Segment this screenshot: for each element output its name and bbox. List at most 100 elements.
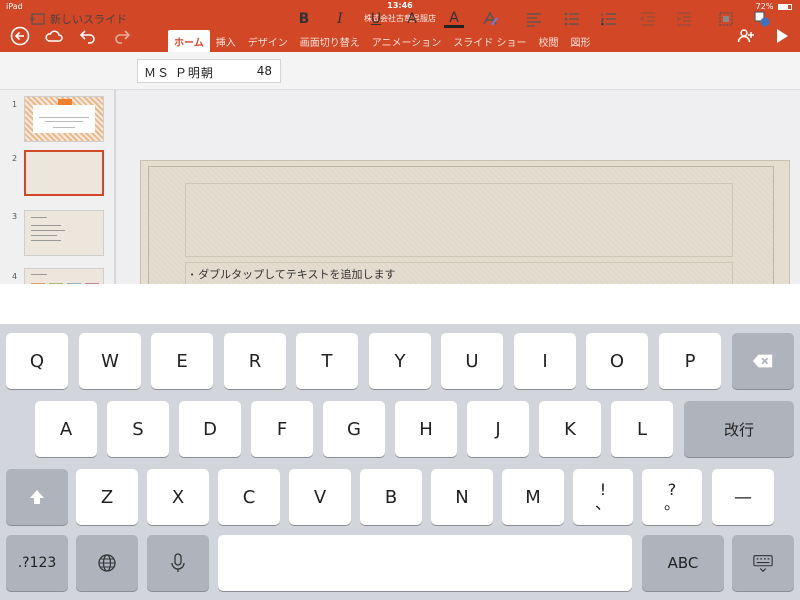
numbered-list-icon (600, 13, 616, 26)
tab-review[interactable]: 校閲 (533, 30, 565, 52)
key-l[interactable]: L (611, 401, 673, 457)
abc-key[interactable]: ABC (642, 535, 724, 591)
key-u[interactable]: U (441, 333, 503, 389)
indent-icon (676, 12, 691, 26)
key-b[interactable]: B (360, 469, 422, 525)
key-exclamation-comma[interactable]: ! 、 (573, 469, 633, 525)
key-question-period[interactable]: ? 。 (642, 469, 702, 525)
shapes-icon (754, 11, 770, 27)
key-v[interactable]: V (289, 469, 351, 525)
slide-panel: 1 2 3 4 (0, 90, 115, 287)
align-left-icon (527, 13, 541, 27)
battery-icon (778, 3, 792, 10)
key-e[interactable]: E (151, 333, 213, 389)
body-placeholder-label: ダブルタップしてテキストを追加します (198, 268, 396, 281)
return-key[interactable]: 改行 (684, 401, 794, 457)
arrange-icon (719, 12, 733, 26)
tab-insert[interactable]: 挿入 (210, 30, 242, 52)
key-g[interactable]: G (323, 401, 385, 457)
key-bottom-char: 、 (594, 494, 611, 513)
bullet-icon: • (190, 271, 195, 279)
key-j[interactable]: J (467, 401, 529, 457)
bullets-button[interactable] (560, 8, 584, 30)
key-f[interactable]: F (251, 401, 313, 457)
tab-home[interactable]: ホーム (168, 30, 210, 52)
key-r[interactable]: R (224, 333, 286, 389)
key-t[interactable]: T (296, 333, 358, 389)
keyboard-accessory-bar (0, 284, 800, 324)
numbers-key[interactable]: .?123 (6, 535, 68, 591)
dictation-key[interactable] (147, 535, 209, 591)
key-c[interactable]: C (218, 469, 280, 525)
new-slide-button[interactable]: 新しいスライド (28, 8, 128, 30)
key-s[interactable]: S (107, 401, 169, 457)
font-selector[interactable]: ＭＳ Ｐ明朝 48 (137, 59, 281, 83)
key-dash[interactable]: — (712, 469, 774, 525)
key-m[interactable]: M (502, 469, 564, 525)
key-p[interactable]: P (659, 333, 721, 389)
numbering-button[interactable] (597, 8, 621, 30)
shift-key[interactable] (6, 469, 68, 525)
key-d[interactable]: D (179, 401, 241, 457)
slide-number: 3 (12, 212, 18, 221)
key-a[interactable]: A (35, 401, 97, 457)
tab-animations[interactable]: アニメーション (366, 30, 448, 52)
decrease-indent-button[interactable] (636, 8, 660, 30)
dismiss-keyboard-key[interactable] (732, 535, 794, 591)
key-z[interactable]: Z (76, 469, 138, 525)
clear-format-button[interactable]: A (400, 8, 424, 30)
font-name: ＭＳ Ｐ明朝 (144, 66, 214, 80)
slide-number: 2 (12, 154, 18, 163)
font-color-label: A (449, 9, 459, 26)
tab-transitions[interactable]: 画面切り替え (294, 30, 366, 52)
key-n[interactable]: N (431, 469, 493, 525)
align-left-button[interactable] (522, 8, 546, 30)
on-screen-keyboard: Q W E R T Y U I O P A S D F G H J K L 改行… (0, 324, 800, 600)
key-o[interactable]: O (586, 333, 648, 389)
italic-button[interactable]: I (328, 8, 352, 30)
key-bottom-char: 。 (663, 494, 680, 513)
key-k[interactable]: K (539, 401, 601, 457)
bold-button[interactable]: B (292, 8, 316, 30)
key-y[interactable]: Y (369, 333, 431, 389)
tab-slideshow[interactable]: スライド ショー (447, 30, 532, 52)
globe-key[interactable] (76, 535, 138, 591)
highlighter-icon (483, 11, 498, 26)
font-size[interactable]: 48 (257, 64, 272, 78)
key-h[interactable]: H (395, 401, 457, 457)
new-slide-label: 新しいスライド (50, 13, 127, 26)
powerpoint-app: iPad 13:46 72% 株式会社古竜呉服店 ホーム 挿入 デザイン 画面切… (0, 0, 800, 600)
shift-icon (30, 490, 44, 504)
highlight-button[interactable] (478, 8, 502, 30)
increase-indent-button[interactable] (672, 8, 696, 30)
shapes-button[interactable] (750, 8, 774, 30)
slide-thumbnail-3[interactable] (24, 210, 104, 256)
slide-thumbnail-4[interactable] (24, 268, 104, 287)
globe-icon (98, 554, 116, 572)
ribbon-tabs: ホーム 挿入 デザイン 画面切り替え アニメーション スライド ショー 校閲 図… (168, 30, 597, 52)
tab-shape[interactable]: 図形 (565, 30, 597, 52)
slide-thumbnail-2[interactable] (24, 150, 104, 196)
key-q[interactable]: Q (6, 333, 68, 389)
title-placeholder[interactable] (185, 183, 733, 257)
key-i[interactable]: I (514, 333, 576, 389)
slide-number: 1 (12, 100, 18, 109)
slide-thumbnail-1[interactable] (24, 96, 104, 142)
outdent-icon (639, 12, 655, 26)
bullet-list-icon (564, 12, 579, 26)
tab-design[interactable]: デザイン (242, 30, 294, 52)
keyboard-dismiss-icon (753, 555, 773, 573)
backspace-icon (752, 354, 773, 368)
font-color-swatch (444, 24, 464, 28)
ribbon-toolbar (0, 52, 800, 90)
space-key[interactable] (218, 535, 632, 591)
body-placeholder-text: • ダブルタップしてテキストを追加します (190, 266, 395, 282)
underline-button[interactable]: U (364, 8, 388, 30)
font-color-button[interactable]: A (442, 8, 466, 30)
new-slide-icon (30, 13, 45, 25)
key-w[interactable]: W (79, 333, 141, 389)
back-icon (10, 26, 30, 46)
backspace-key[interactable] (732, 333, 794, 389)
arrange-button[interactable] (714, 8, 738, 30)
key-x[interactable]: X (147, 469, 209, 525)
